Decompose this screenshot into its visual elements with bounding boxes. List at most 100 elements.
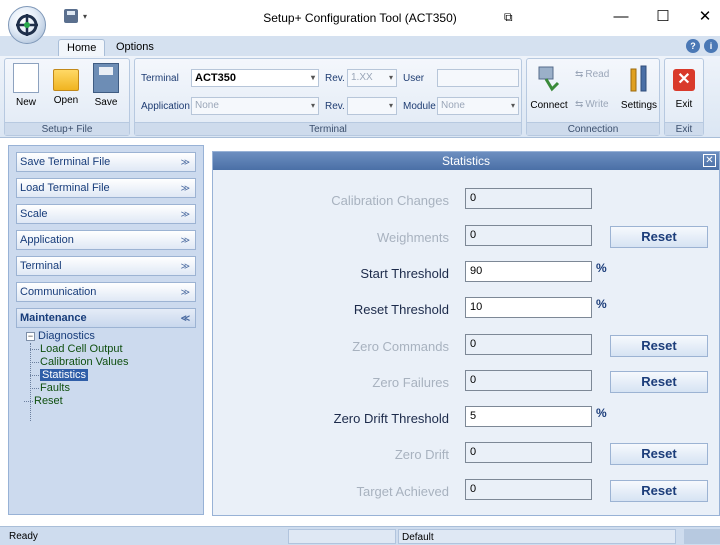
minimize-button[interactable]: — [606,6,636,28]
folder-icon [53,69,79,91]
new-button[interactable]: New [9,63,43,108]
section-scale[interactable]: Scale ≫ [16,204,196,224]
rev2-select[interactable]: ▾ [347,97,397,115]
read-button[interactable]: ⇆ Read [575,69,609,80]
write-button[interactable]: ⇆ Write [575,99,609,110]
group-label-setup-file: Setup+ File [5,122,129,135]
section-save-terminal-file[interactable]: Save Terminal File ≫ [16,152,196,172]
chevron-expand-icon: ≫ [180,183,190,193]
status-mode: Default [398,529,676,544]
module-select[interactable]: None ▾ [437,97,519,115]
reset-zero-drift-button[interactable]: Reset [610,443,708,465]
tree-node-faults[interactable]: Faults [24,382,196,395]
stat-label: Weighments [376,230,449,245]
info-icon[interactable]: i [704,39,718,53]
group-setup-file: New Open Save Setup+ File [4,58,130,136]
percent-unit: % [596,261,607,275]
status-bar: Ready Default [0,526,720,545]
group-label-terminal: Terminal [135,122,521,135]
collapse-minus-icon[interactable]: − [26,332,35,341]
reset-weighments-button[interactable]: Reset [610,226,708,248]
stat-row-calibration-changes: Calibration Changes 0 [213,188,719,212]
title-bar: ▾ Setup+ Configuration Tool (ACT350) ⧉ —… [0,0,720,44]
settings-button-label: Settings [620,100,658,111]
read-button-label: Read [585,69,610,80]
settings-wrench-icon [630,65,647,92]
chevron-expand-icon: ≫ [180,209,190,219]
reset-target-achieved-button[interactable]: Reset [610,480,708,502]
start-threshold-input[interactable]: 90 [465,261,592,282]
section-maintenance[interactable]: Maintenance ≪ [16,308,196,328]
section-label: Load Terminal File [20,182,110,194]
open-button[interactable]: Open [49,63,83,106]
section-label: Scale [20,208,48,220]
stat-row-zero-drift: Zero Drift 0 Reset [213,442,719,466]
settings-button[interactable]: Settings [619,63,659,111]
stat-label: Zero Drift [394,447,449,462]
chevron-expand-icon: ≫ [180,157,190,167]
section-label: Application [20,234,74,246]
stat-row-zero-failures: Zero Failures 0 Reset [213,370,719,394]
section-communication[interactable]: Communication ≫ [16,282,196,302]
maximize-button[interactable]: ☐ [648,6,678,28]
tree-node-diagnostics[interactable]: − Diagnostics [24,330,196,421]
stat-label: Reset Threshold [353,302,449,317]
percent-unit: % [596,297,607,311]
tree-node-reset[interactable]: Reset [24,395,196,408]
chevron-expand-icon: ≫ [180,261,190,271]
tree-node-calibration-values[interactable]: Calibration Values [24,356,196,369]
status-blank-cell [288,529,396,544]
reset-threshold-input[interactable]: 10 [465,297,592,318]
save-disk-icon [93,63,119,93]
tab-home[interactable]: Home [58,39,106,56]
section-terminal[interactable]: Terminal ≫ [16,256,196,276]
chevron-collapse-icon: ≪ [180,313,190,323]
group-label-connection: Connection [527,122,659,135]
application-select[interactable]: None ▾ [191,97,319,115]
stat-label: Zero Drift Threshold [333,411,449,426]
help-icon[interactable]: ? [686,39,700,53]
tab-options[interactable]: Options [108,39,162,56]
read-icon: ⇆ [575,69,584,80]
close-panel-icon[interactable]: ✕ [703,154,716,167]
terminal-select[interactable]: ACT350 ▾ [191,69,319,87]
connect-button-label: Connect [530,100,568,111]
navigation-panel: Save Terminal File ≫ Load Terminal File ≫ … [8,145,204,515]
module-label: Module [403,101,436,112]
group-terminal: Terminal ACT350 ▾ Rev. 1.XX ▾ User Applica… [134,58,522,136]
stat-value-field: 0 [465,225,592,246]
percent-unit: % [596,406,607,420]
exit-x-icon: ✕ [673,69,695,91]
write-button-label: Write [585,99,609,110]
reset-zero-commands-button[interactable]: Reset [610,335,708,357]
reset-zero-failures-button[interactable]: Reset [610,371,708,393]
close-button[interactable]: ✕ [690,6,720,28]
status-text: Ready [9,531,38,542]
connect-button[interactable]: Connect [529,63,569,111]
write-icon: ⇆ [575,99,584,110]
tree-node-label: Faults [40,382,70,394]
zero-drift-threshold-input[interactable]: 5 [465,406,592,427]
exit-button[interactable]: ✕ Exit [667,63,701,110]
tree-node-statistics[interactable]: Statistics [24,369,196,382]
stat-value-field: 0 [465,479,592,500]
window-layout-icon[interactable]: ⧉ [504,10,513,25]
section-label: Save Terminal File [20,156,111,168]
chevron-down-icon: ▾ [388,73,393,82]
application-menu-button[interactable] [8,6,46,44]
save-button[interactable]: Save [89,63,123,108]
tree-node-load-cell-output[interactable]: Load Cell Output [24,343,196,356]
section-label: Communication [20,286,97,298]
section-load-terminal-file[interactable]: Load Terminal File ≫ [16,178,196,198]
chevron-down-icon: ▾ [310,101,315,110]
user-input[interactable] [437,69,519,87]
section-application[interactable]: Application ≫ [16,230,196,250]
tree-node-label: Reset [34,395,63,407]
open-button-label: Open [53,95,79,106]
statistics-body: Calibration Changes 0 Weighments 0 Reset… [213,170,719,515]
statistics-panel: Statistics ✕ Calibration Changes 0 Weigh… [212,151,720,516]
rev-select[interactable]: 1.XX ▾ [347,69,397,87]
chevron-down-icon: ▾ [510,101,515,110]
save-button-label: Save [94,97,118,108]
chevron-expand-icon: ≫ [180,235,190,245]
